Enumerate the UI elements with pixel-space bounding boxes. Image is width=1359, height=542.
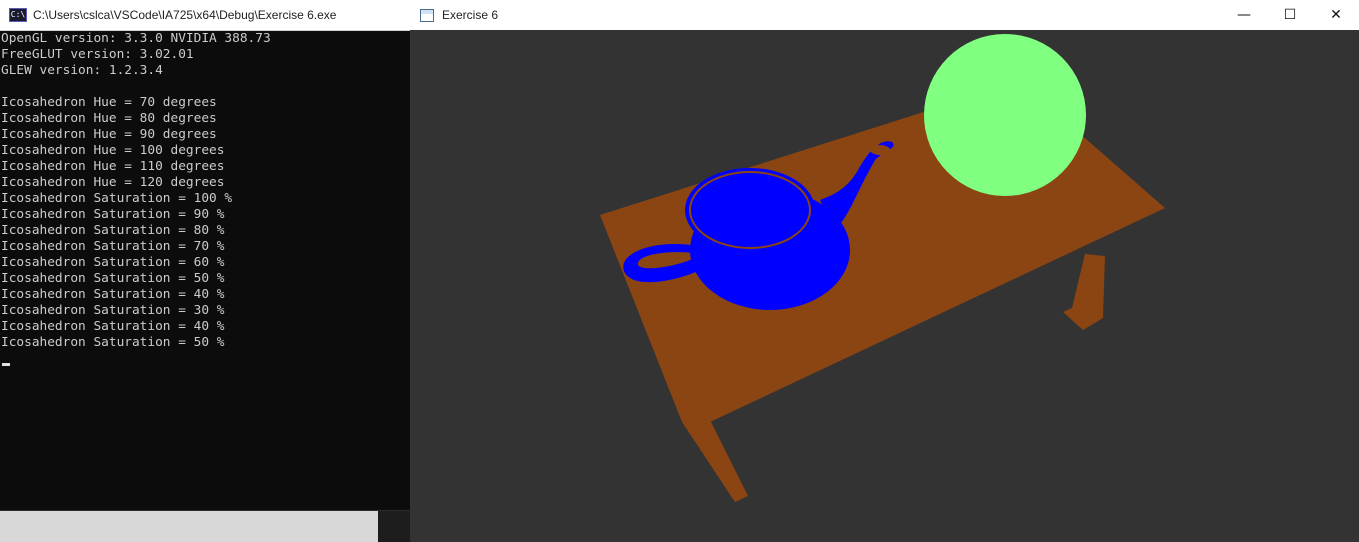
opengl-titlebar[interactable]: Exercise 6 — ☐ ✕: [410, 0, 1359, 30]
console-cursor: [2, 363, 10, 366]
console-line: Icosahedron Saturation = 70 %: [1, 239, 225, 254]
console-line: Icosahedron Saturation = 80 %: [1, 223, 225, 238]
scene-svg: [600, 34, 1165, 502]
render-canvas[interactable]: [410, 30, 1359, 542]
table-leg-front: [682, 420, 748, 502]
minimize-button[interactable]: —: [1221, 0, 1267, 30]
console-line: Icosahedron Saturation = 40 %: [1, 319, 225, 334]
console-title: C:\Users\cslca\VSCode\IA725\x64\Debug\Ex…: [33, 8, 337, 22]
console-line: Icosahedron Hue = 110 degrees: [1, 159, 225, 174]
console-line: Icosahedron Saturation = 50 %: [1, 271, 225, 286]
console-line: Icosahedron Hue = 80 degrees: [1, 111, 217, 126]
sphere: [924, 34, 1086, 196]
close-button[interactable]: ✕: [1313, 0, 1359, 30]
console-line: GLEW version: 1.2.3.4: [1, 63, 163, 78]
spout-tip: [870, 145, 890, 155]
console-line: Icosahedron Saturation = 60 %: [1, 255, 225, 270]
console-line: Icosahedron Hue = 100 degrees: [1, 143, 225, 158]
console-line: Icosahedron Hue = 70 degrees: [1, 95, 217, 110]
console-line: Icosahedron Saturation = 90 %: [1, 207, 225, 222]
table-leg-right: [1063, 254, 1105, 330]
table: [600, 102, 1165, 502]
taskbar-fragment: [378, 511, 410, 542]
console-window[interactable]: C:\ C:\Users\cslca\VSCode\IA725\x64\Debu…: [0, 0, 411, 510]
opengl-window-title: Exercise 6: [442, 8, 499, 22]
console-line: Icosahedron Saturation = 50 %: [1, 335, 225, 350]
console-line: Icosahedron Hue = 120 degrees: [1, 175, 225, 190]
console-output[interactable]: OpenGL version: 3.3.0 NVIDIA 388.73 FreeG…: [1, 31, 410, 351]
console-app-icon: C:\: [9, 8, 27, 22]
console-line: Icosahedron Saturation = 40 %: [1, 287, 225, 302]
console-line: Icosahedron Saturation = 100 %: [1, 191, 233, 206]
desktop-background: [0, 511, 378, 542]
teapot-lid: [694, 175, 806, 245]
maximize-button[interactable]: ☐: [1267, 0, 1313, 30]
console-titlebar[interactable]: C:\ C:\Users\cslca\VSCode\IA725\x64\Debu…: [0, 0, 410, 31]
window-app-icon: [420, 8, 434, 22]
console-line: FreeGLUT version: 3.02.01: [1, 47, 194, 62]
console-line: OpenGL version: 3.3.0 NVIDIA 388.73: [1, 31, 271, 46]
opengl-window[interactable]: Exercise 6 — ☐ ✕: [410, 0, 1359, 542]
console-line: Icosahedron Hue = 90 degrees: [1, 127, 217, 142]
console-line: Icosahedron Saturation = 30 %: [1, 303, 225, 318]
